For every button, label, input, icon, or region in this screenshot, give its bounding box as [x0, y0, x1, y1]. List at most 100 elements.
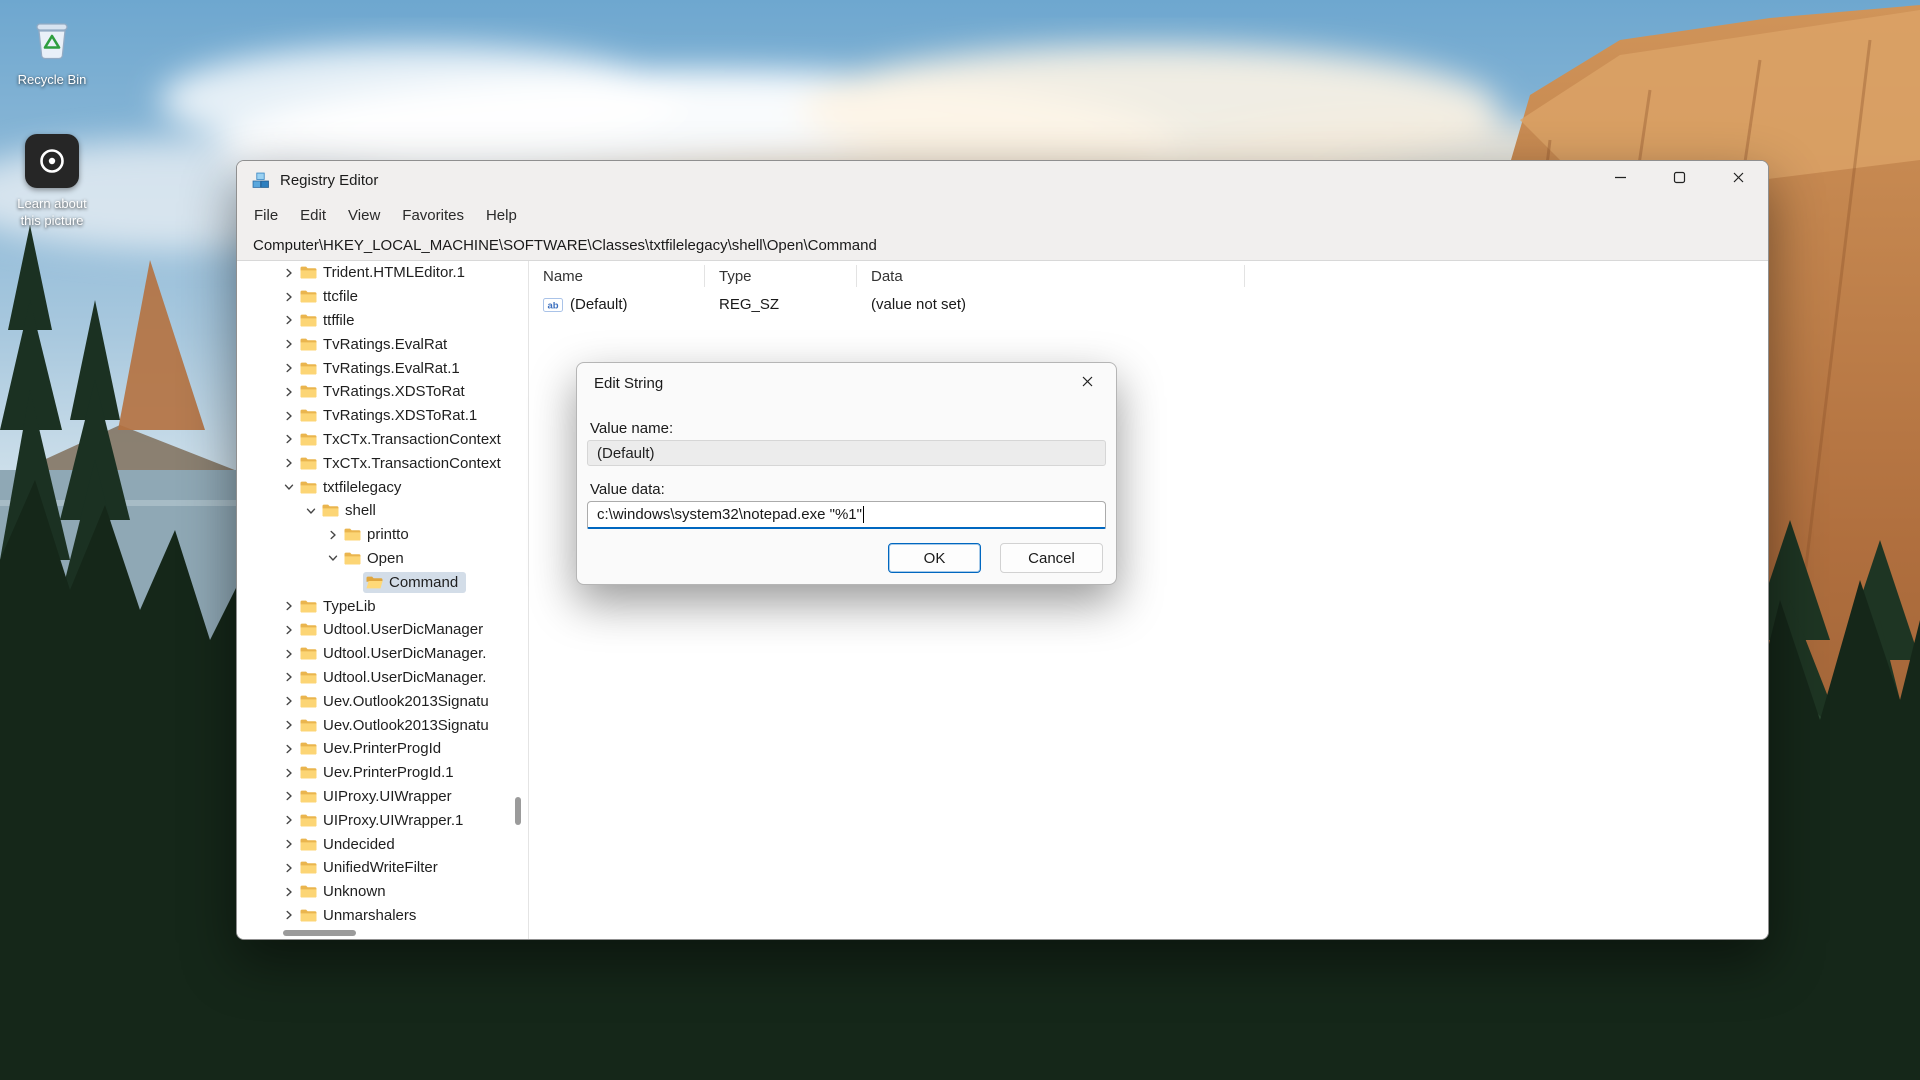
chevron-right-icon[interactable]	[281, 693, 297, 709]
tree-item-Uev.PrinterProgId[interactable]: Uev.PrinterProgId	[237, 737, 528, 761]
chevron-right-icon[interactable]	[281, 622, 297, 638]
tree-item-Uev.Outlook2013Signatu[interactable]: Uev.Outlook2013Signatu	[237, 713, 528, 737]
chevron-right-icon[interactable]	[281, 669, 297, 685]
tree-item-ttffile[interactable]: ttffile	[237, 309, 528, 333]
tree-item-TvRatings.XDSToRat[interactable]: TvRatings.XDSToRat	[237, 380, 528, 404]
tree-item-label: Uev.Outlook2013Signatu	[323, 717, 489, 734]
tree-item-TvRatings.EvalRat.1[interactable]: TvRatings.EvalRat.1	[237, 356, 528, 380]
tree-item-Unmarshalers[interactable]: Unmarshalers	[237, 904, 528, 928]
tree-item-shell[interactable]: shell	[237, 499, 528, 523]
dialog-titlebar[interactable]: Edit String	[577, 363, 1116, 403]
chevron-right-icon[interactable]	[325, 527, 341, 543]
tree-item-label: Udtool.UserDicManager.	[323, 645, 486, 662]
chevron-right-icon[interactable]	[281, 312, 297, 328]
chevron-right-icon[interactable]	[281, 860, 297, 876]
chevron-down-icon[interactable]	[303, 503, 319, 519]
tree-item-Unknown[interactable]: Unknown	[237, 880, 528, 904]
dialog-title: Edit String	[594, 375, 663, 392]
menu-view[interactable]: View	[337, 203, 391, 228]
chevron-right-icon[interactable]	[281, 907, 297, 923]
tree-item-Trident.HTMLEditor.1[interactable]: Trident.HTMLEditor.1	[237, 261, 528, 285]
tree-item-Uev.PrinterProgId.1[interactable]: Uev.PrinterProgId.1	[237, 761, 528, 785]
tree-item-txtfilelegacy[interactable]: txtfilelegacy	[237, 475, 528, 499]
column-header-spacer	[1245, 265, 1768, 287]
folder-icon	[300, 742, 317, 755]
menu-help[interactable]: Help	[475, 203, 528, 228]
chevron-right-icon[interactable]	[281, 646, 297, 662]
column-header-data[interactable]: Data	[857, 265, 1245, 287]
chevron-right-icon[interactable]	[281, 836, 297, 852]
tree-item-ttcfile[interactable]: ttcfile	[237, 285, 528, 309]
tree-item-Command[interactable]: Command	[237, 570, 528, 594]
chevron-right-icon[interactable]	[281, 265, 297, 281]
folder-icon	[300, 433, 317, 446]
tree-horizontal-scrollbar-thumb[interactable]	[283, 930, 356, 936]
tree-item-TvRatings.XDSToRat.1[interactable]: TvRatings.XDSToRat.1	[237, 404, 528, 428]
tree-item-TxCTx.TransactionContext[interactable]: TxCTx.TransactionContext	[237, 451, 528, 475]
menu-favorites[interactable]: Favorites	[391, 203, 475, 228]
tree-vertical-scrollbar-thumb[interactable]	[515, 797, 521, 825]
registry-value-row[interactable]: ab (Default) REG_SZ (value not set)	[529, 291, 1768, 318]
open-folder-icon	[366, 576, 383, 589]
column-header-type[interactable]: Type	[705, 265, 857, 287]
cancel-button[interactable]: Cancel	[1000, 543, 1103, 573]
chevron-right-icon[interactable]	[281, 336, 297, 352]
tree-item-Udtool.UserDicManager.[interactable]: Udtool.UserDicManager.	[237, 642, 528, 666]
folder-icon	[300, 861, 317, 874]
folder-icon	[344, 552, 361, 565]
chevron-right-icon[interactable]	[281, 408, 297, 424]
chevron-down-icon[interactable]	[325, 550, 341, 566]
desktop-icon-label-line1: Learn about	[2, 195, 102, 212]
folder-icon	[300, 647, 317, 660]
folder-icon	[300, 838, 317, 851]
ok-button[interactable]: OK	[888, 543, 981, 573]
tree-item-UIProxy.UIWrapper.1[interactable]: UIProxy.UIWrapper.1	[237, 808, 528, 832]
chevron-right-icon[interactable]	[281, 717, 297, 733]
desktop-icon-label: Recycle Bin	[2, 71, 102, 88]
dialog-close-button[interactable]	[1068, 366, 1106, 400]
tree-item-Undecided[interactable]: Undecided	[237, 832, 528, 856]
maximize-button[interactable]	[1650, 161, 1709, 199]
tree-item-UIProxy.UIWrapper[interactable]: UIProxy.UIWrapper	[237, 785, 528, 809]
tree-item-Udtool.UserDicManager.[interactable]: Udtool.UserDicManager.	[237, 666, 528, 690]
folder-icon	[300, 481, 317, 494]
folder-icon	[300, 885, 317, 898]
chevron-down-icon[interactable]	[281, 479, 297, 495]
chevron-right-icon[interactable]	[281, 598, 297, 614]
tree-item-label: ttffile	[323, 312, 354, 329]
chevron-right-icon[interactable]	[281, 741, 297, 757]
close-button[interactable]	[1709, 161, 1768, 199]
chevron-right-icon[interactable]	[281, 384, 297, 400]
registry-editor-icon	[252, 172, 269, 189]
tree-item-TypeLib[interactable]: TypeLib	[237, 594, 528, 618]
chevron-right-icon[interactable]	[281, 765, 297, 781]
chevron-right-icon[interactable]	[281, 788, 297, 804]
value-data-input[interactable]: c:\windows\system32\notepad.exe "%1"	[587, 501, 1106, 529]
minimize-button[interactable]	[1591, 161, 1650, 199]
chevron-right-icon[interactable]	[281, 289, 297, 305]
tree-item-TvRatings.EvalRat[interactable]: TvRatings.EvalRat	[237, 332, 528, 356]
chevron-right-icon[interactable]	[281, 455, 297, 471]
address-bar[interactable]: Computer\HKEY_LOCAL_MACHINE\SOFTWARE\Cla…	[237, 231, 1768, 261]
column-header-name[interactable]: Name	[529, 265, 705, 287]
learn-about-picture-shortcut[interactable]: Learn about this picture	[2, 134, 102, 229]
chevron-right-icon[interactable]	[281, 360, 297, 376]
tree-item-label: Command	[389, 574, 458, 591]
recycle-bin-shortcut[interactable]: Recycle Bin	[2, 16, 102, 88]
folder-icon	[300, 719, 317, 732]
chevron-right-icon[interactable]	[281, 431, 297, 447]
tree-item-Uev.Outlook2013Signatu[interactable]: Uev.Outlook2013Signatu	[237, 689, 528, 713]
menu-edit[interactable]: Edit	[289, 203, 337, 228]
tree-item-UnifiedWriteFilter[interactable]: UnifiedWriteFilter	[237, 856, 528, 880]
menu-file[interactable]: File	[243, 203, 289, 228]
chevron-right-icon[interactable]	[281, 812, 297, 828]
window-titlebar[interactable]: Registry Editor	[237, 161, 1768, 199]
tree-item-printto[interactable]: printto	[237, 523, 528, 547]
desktop-icon-label-line2: this picture	[2, 212, 102, 229]
chevron-right-icon[interactable]	[281, 884, 297, 900]
tree-item-TxCTx.TransactionContext[interactable]: TxCTx.TransactionContext	[237, 428, 528, 452]
tree-item-Open[interactable]: Open	[237, 547, 528, 571]
value-name-field[interactable]: (Default)	[587, 440, 1106, 466]
tree-item-label: TvRatings.XDSToRat	[323, 383, 465, 400]
tree-item-Udtool.UserDicManager[interactable]: Udtool.UserDicManager	[237, 618, 528, 642]
